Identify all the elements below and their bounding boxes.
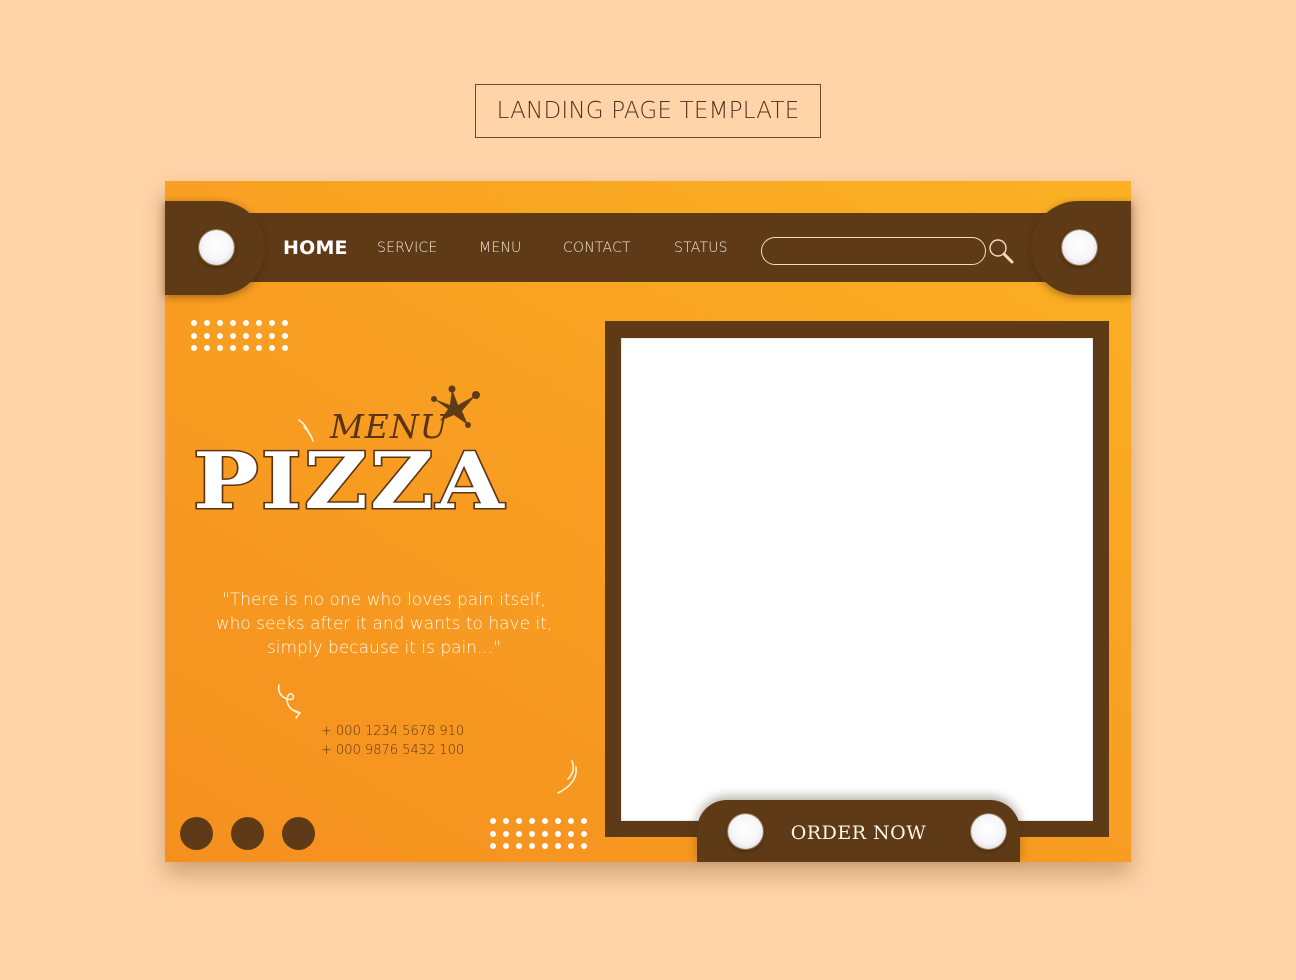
nav-item-service[interactable]: SERVICE	[377, 213, 437, 282]
page-title: LANDING PAGE TEMPLATE	[475, 84, 821, 138]
slide-dot[interactable]	[180, 817, 213, 850]
image-placeholder	[621, 338, 1093, 821]
nav-item-home[interactable]: HOME	[283, 213, 348, 282]
landing-page-card: HOME SERVICE MENU CONTACT STATUS MENU PI…	[165, 181, 1131, 862]
search-input[interactable]	[761, 237, 986, 265]
swoosh-icon	[557, 760, 577, 794]
hero-headline: PIZZA	[191, 436, 507, 527]
curly-arrow-icon	[277, 684, 301, 719]
slide-dot[interactable]	[231, 817, 264, 850]
phone-number: + 000 1234 5678 910	[321, 724, 465, 739]
nav-item-status[interactable]: STATUS	[674, 213, 728, 282]
slide-indicators	[180, 817, 315, 850]
image-frame	[605, 321, 1109, 837]
nav-item-contact[interactable]: CONTACT	[563, 213, 631, 282]
order-now-button[interactable]: ORDER NOW	[697, 800, 1020, 862]
decorative-dot-grid-top	[191, 320, 288, 351]
button-right-knob-icon	[971, 814, 1006, 849]
nav-item-menu[interactable]: MENU	[479, 213, 521, 282]
search-icon[interactable]	[988, 237, 1014, 265]
phone-number: + 000 9876 5432 100	[321, 743, 465, 758]
hero-quote: "There is no one who loves pain itself, …	[215, 590, 553, 658]
phone-numbers: + 000 1234 5678 910 + 000 9876 5432 100	[321, 722, 464, 760]
slide-dot[interactable]	[282, 817, 315, 850]
nav-links: HOME SERVICE MENU CONTACT STATUS	[165, 213, 1131, 282]
decorative-dot-grid-bottom	[490, 818, 587, 849]
crown-icon	[431, 385, 480, 428]
